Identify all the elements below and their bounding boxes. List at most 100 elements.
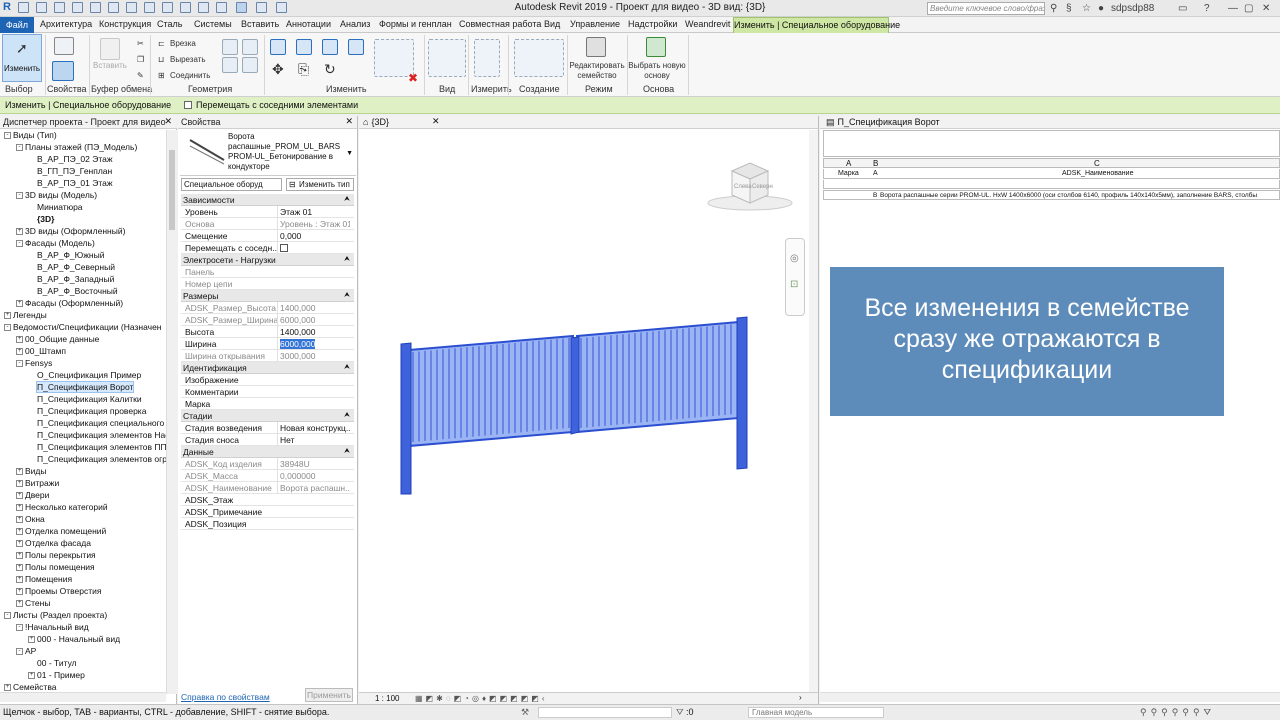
collapse-section-icon[interactable]: ⮝: [344, 446, 350, 458]
worksets-icon[interactable]: ⚒: [521, 705, 529, 720]
browser-tree-item[interactable]: + Отделка помещений: [16, 526, 106, 536]
geometry-tool-icon[interactable]: [222, 39, 238, 55]
subscription-icon[interactable]: §: [1066, 3, 1072, 14]
view-tab-close-icon[interactable]: ✕: [432, 116, 440, 127]
move-with-nearby-label[interactable]: Перемещать с соседними элементами: [196, 100, 358, 110]
view-tools-icons[interactable]: [428, 39, 466, 77]
browser-tree-item[interactable]: -3D виды (Модель): [16, 190, 97, 200]
tab-manage[interactable]: Управление: [570, 19, 620, 29]
expand-icon[interactable]: +: [16, 540, 23, 548]
property-section-header[interactable]: Размеры ⮝: [181, 290, 354, 302]
view-tab-3d[interactable]: ⌂ {3D}: [363, 116, 443, 129]
join-icon[interactable]: ⊞: [158, 71, 165, 80]
cell-name[interactable]: Ворота распашные серии PROM-UL. HxW 1400…: [880, 191, 1257, 199]
navigation-bar[interactable]: ◎ ⊡: [785, 238, 805, 316]
browser-tree-item[interactable]: + Двери: [16, 490, 49, 500]
browser-tree-item[interactable]: + Витражи: [16, 478, 59, 488]
cope-label[interactable]: Врезка: [170, 39, 196, 48]
category-filter-select[interactable]: Специальное оборуд: [181, 178, 282, 191]
offset-icon[interactable]: [296, 39, 312, 55]
tab-addins[interactable]: Надстройки: [628, 19, 677, 29]
browser-tree-item[interactable]: Миниатюра: [28, 202, 83, 212]
tab-annotate[interactable]: Аннотации: [286, 19, 331, 29]
expand-icon[interactable]: +: [16, 588, 23, 596]
browser-tree-item[interactable]: О_Спецификация Пример: [28, 370, 141, 380]
move-with-nearby-checkbox[interactable]: [280, 244, 288, 252]
col-letter-a[interactable]: A: [846, 159, 851, 168]
workset-select[interactable]: [538, 707, 672, 718]
cut-geometry-icon[interactable]: ⊔: [158, 55, 164, 64]
expand-icon[interactable]: +: [16, 504, 23, 512]
mirror-axis-icon[interactable]: [322, 39, 338, 55]
browser-tree-item[interactable]: В_АР_Ф_Северный: [28, 262, 115, 272]
browser-tree-item[interactable]: П_Спецификация элементов ПП: [28, 442, 167, 452]
browser-tree-item[interactable]: {3D}: [28, 214, 54, 224]
search-input[interactable]: Введите ключевое слово/фразу: [927, 2, 1045, 15]
col-letter-c[interactable]: C: [1094, 159, 1100, 168]
split-face-icon[interactable]: [242, 39, 258, 55]
browser-tree-item[interactable]: - Ведомости/Спецификации (Назначен: [4, 322, 162, 332]
browser-tree-item[interactable]: П_Спецификация Ворот: [28, 381, 135, 393]
browser-tree-item[interactable]: П_Спецификация специального с: [28, 418, 171, 428]
pick-host-icon[interactable]: [646, 37, 666, 57]
browser-tree-item[interactable]: - Планы этажей (ПЭ_Модель): [16, 142, 137, 152]
properties-icon[interactable]: [54, 37, 74, 55]
tab-steel[interactable]: Сталь: [157, 19, 182, 29]
browser-tree-item[interactable]: + Полы перекрытия: [16, 550, 96, 560]
view-cube[interactable]: Слева Северн: [704, 161, 796, 213]
cope-icon[interactable]: ⊏: [158, 39, 165, 48]
tab-systems[interactable]: Системы: [194, 19, 232, 29]
collapse-icon[interactable]: -: [16, 144, 23, 152]
rotate-icon[interactable]: ↻: [324, 61, 336, 78]
schedule-title-cell[interactable]: [823, 130, 1280, 157]
expand-icon[interactable]: +: [16, 300, 23, 308]
copy-icon[interactable]: ❐: [137, 55, 144, 64]
selection-filter-icons[interactable]: ⚲⚲⚲⚲⚲⚲⛛: [1140, 705, 1215, 720]
copy-elements-icon[interactable]: ⎘: [298, 61, 309, 78]
schedule-tab[interactable]: ▤ П_Спецификация Ворот: [826, 116, 940, 129]
browser-tree-item[interactable]: В_АР_Ф_Южный: [28, 250, 104, 260]
collapse-icon[interactable]: -: [16, 648, 23, 656]
collapse-section-icon[interactable]: ⮝: [344, 290, 350, 302]
join-label[interactable]: Соединить: [170, 71, 210, 80]
tab-architecture[interactable]: Архитектура: [40, 19, 92, 29]
expand-icon[interactable]: +: [16, 552, 23, 560]
browser-tree-item[interactable]: - Фасады (Модель): [16, 238, 95, 248]
browser-tree-item[interactable]: +000 - Начальный вид: [28, 634, 120, 644]
property-value[interactable]: 6000,000: [277, 338, 350, 350]
property-section-header[interactable]: Стадии ⮝: [181, 410, 354, 422]
tab-file[interactable]: Файл: [0, 17, 34, 33]
zoom-region-icon[interactable]: ⊡: [790, 279, 798, 290]
expand-icon[interactable]: +: [4, 312, 11, 320]
collapse-section-icon[interactable]: ⮝: [344, 194, 350, 206]
paint-icon[interactable]: [222, 57, 238, 73]
expand-icon[interactable]: +: [28, 636, 35, 644]
match-icon[interactable]: ✎: [137, 71, 144, 80]
browser-tree-item[interactable]: - Листы (Раздел проекта): [4, 610, 107, 620]
align-icon[interactable]: [270, 39, 286, 55]
demolish-icon[interactable]: [242, 57, 258, 73]
browser-tree-item[interactable]: + Несколько категорий: [16, 502, 108, 512]
collapse-section-icon[interactable]: ⮝: [344, 254, 350, 266]
tab-view[interactable]: Вид: [544, 19, 560, 29]
group-select[interactable]: Выбор: [5, 84, 33, 94]
header-a[interactable]: А: [873, 169, 878, 178]
property-value[interactable]: 0,000: [277, 230, 350, 242]
expand-icon[interactable]: +: [16, 480, 23, 488]
browser-tree-item[interactable]: + Полы помещения: [16, 562, 95, 572]
tab-modify-equipment[interactable]: Изменить | Специальное оборудование: [733, 17, 900, 33]
collapse-icon[interactable]: -: [4, 324, 11, 332]
schedule-hscrollbar[interactable]: [820, 692, 1280, 702]
expand-icon[interactable]: +: [16, 564, 23, 572]
browser-tree-item[interactable]: +3D виды (Оформленный): [16, 226, 125, 236]
expand-icon[interactable]: +: [16, 600, 23, 608]
browser-tree-item[interactable]: В_ГП_ПЭ_Генплан: [28, 166, 112, 176]
browser-tree-item[interactable]: + Окна: [16, 514, 45, 524]
browser-tree-item[interactable]: П_Спецификация Калитки: [28, 394, 142, 404]
move-with-nearby-checkbox[interactable]: [184, 101, 192, 109]
browser-tree-item[interactable]: В_АР_Ф_Западный: [28, 274, 114, 284]
tab-weandrevit[interactable]: Weandrevit: [685, 19, 730, 29]
create-tools-icons[interactable]: [514, 39, 564, 77]
property-value[interactable]: Нет: [277, 434, 350, 446]
collapse-icon[interactable]: -: [4, 612, 11, 620]
